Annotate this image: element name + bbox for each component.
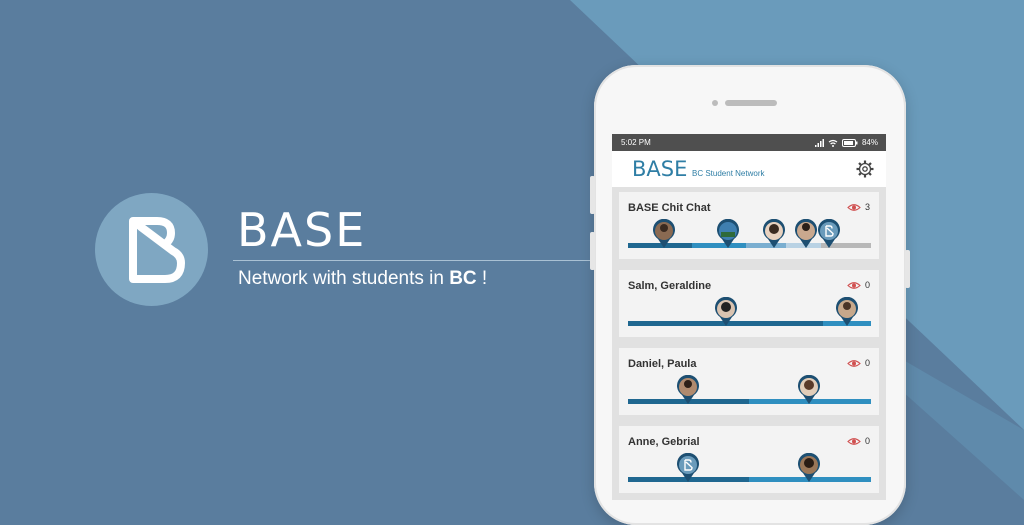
chat-card-daniel-paula[interactable]: Daniel, Paula 0 (619, 348, 879, 415)
app-bar: BASE BC Student Network (612, 151, 886, 187)
view-count: 0 (847, 358, 870, 368)
avatar-pin[interactable] (676, 375, 700, 405)
view-count: 0 (847, 280, 870, 290)
chat-title: BASE Chit Chat (628, 202, 711, 214)
phone-speaker (725, 100, 777, 106)
tagline-suffix: ! (476, 268, 488, 289)
avatar-pin[interactable] (762, 219, 786, 249)
view-count: 0 (847, 436, 870, 446)
phone-volume-up (590, 176, 595, 214)
signal-icon (814, 138, 824, 147)
eye-icon (847, 203, 861, 211)
base-logo-pin[interactable] (676, 453, 700, 483)
chat-card-salm-geraldine[interactable]: Salm, Geraldine 0 (619, 270, 879, 337)
base-logo-icon (129, 217, 185, 283)
view-count-value: 3 (864, 202, 870, 212)
battery-percent: 84% (861, 138, 878, 147)
tagline-bold: BC (449, 268, 477, 289)
view-count-value: 0 (864, 358, 870, 368)
view-count-value: 0 (864, 436, 870, 446)
phone-camera (712, 100, 718, 106)
avatar-pin[interactable] (716, 219, 740, 249)
wifi-icon (828, 139, 838, 147)
eye-icon (847, 281, 861, 289)
base-logo (95, 193, 208, 306)
chat-card-base-chit-chat[interactable]: BASE Chit Chat 3 (619, 192, 879, 259)
chat-title: Daniel, Paula (628, 358, 697, 370)
brand-tagline: Network with students in BC ! (238, 268, 487, 290)
view-count-value: 0 (864, 280, 870, 290)
avatar-pin[interactable] (714, 297, 738, 327)
avatar-pin[interactable] (794, 219, 818, 249)
app-subtitle: BC Student Network (692, 169, 765, 178)
avatar-pin[interactable] (652, 219, 676, 249)
gear-icon[interactable] (855, 159, 875, 179)
status-bar: 5:02 PM 84% (612, 134, 886, 151)
app-title: BASE (632, 157, 688, 181)
eye-icon (847, 359, 861, 367)
battery-icon (841, 138, 858, 147)
status-time: 5:02 PM (621, 138, 651, 147)
avatar-pin[interactable] (835, 297, 859, 327)
tagline-text: Network with students in (238, 268, 450, 289)
chat-card-anne-gebrial[interactable]: Anne, Gebrial 0 (619, 426, 879, 493)
brand-divider (233, 260, 593, 261)
brand-name: BASE (237, 203, 367, 257)
chat-title: Salm, Geraldine (628, 280, 712, 292)
phone-power-button (905, 250, 910, 288)
phone-screen: 5:02 PM 84% BASE BC Student Network BASE… (612, 134, 886, 500)
avatar-pin[interactable] (797, 375, 821, 405)
chat-title: Anne, Gebrial (628, 436, 700, 448)
base-logo-pin[interactable] (817, 219, 841, 249)
phone-volume-down (590, 232, 595, 270)
view-count: 3 (847, 202, 870, 212)
avatar-pin[interactable] (797, 453, 821, 483)
eye-icon (847, 437, 861, 445)
